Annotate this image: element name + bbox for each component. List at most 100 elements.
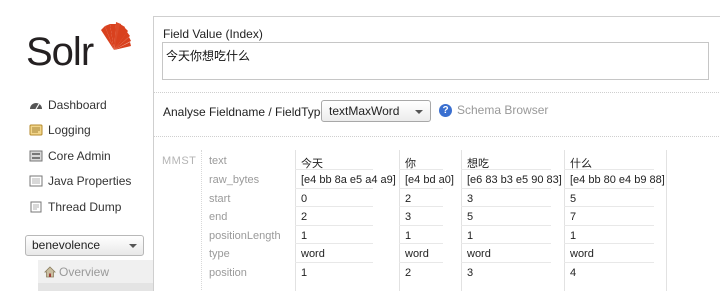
- core-menu-item-label: Overview: [59, 265, 110, 279]
- sidebar-item-label: Dashboard: [48, 97, 107, 112]
- help-icon: ?: [439, 103, 452, 117]
- token-end: 2: [301, 211, 308, 223]
- token-start: 3: [467, 193, 474, 205]
- sidebar-item-dashboard[interactable]: Dashboard: [23, 92, 153, 118]
- cell-line: [564, 206, 654, 207]
- cell-line: [564, 225, 654, 226]
- solr-logo[interactable]: Solr: [26, 14, 136, 74]
- sidebar-nav: Dashboard Logging Core Admin Java Proper…: [23, 92, 153, 220]
- cell-line: [564, 188, 654, 189]
- analysis-panel: Field Value (Index) 今天你想吃什么 Analyse Fiel…: [153, 16, 720, 291]
- token-raw-bytes: [e4 bb 80 e4 b9 88]: [570, 174, 665, 186]
- row-label-type: type: [209, 248, 230, 260]
- cell-line: [295, 243, 373, 244]
- solr-admin-app: Solr Dashboard Logging Core Admin Java P…: [0, 0, 720, 291]
- token-end: 5: [467, 211, 474, 223]
- core-selector-value: benevolence: [32, 238, 101, 252]
- column-divider: [461, 150, 462, 291]
- cell-line: [564, 243, 654, 244]
- sidebar-item-logging[interactable]: Logging: [23, 118, 153, 144]
- core-selector[interactable]: benevolence: [25, 235, 144, 256]
- column-divider: [666, 150, 667, 291]
- token-text: 什么: [570, 157, 592, 170]
- cell-line: [461, 206, 551, 207]
- token-position-length: 1: [467, 230, 474, 242]
- column-divider: [399, 150, 400, 291]
- token-text: 你: [405, 157, 416, 170]
- home-icon: [44, 266, 56, 278]
- cell-line: [399, 243, 443, 244]
- fieldtype-select-value: textMaxWord: [329, 104, 400, 118]
- row-label-position: position: [209, 267, 247, 279]
- analyzer-separator: [201, 150, 202, 291]
- token-position-length: 1: [405, 230, 412, 242]
- cell-line: [399, 188, 443, 189]
- token-type: word: [301, 248, 325, 260]
- logo-wordmark: Solr: [26, 30, 94, 74]
- token-end: 7: [570, 211, 577, 223]
- cell-line: [399, 262, 443, 263]
- token-raw-bytes: [e4 bd a0]: [405, 174, 454, 186]
- field-value-label: Field Value (Index): [163, 27, 263, 41]
- token-text: 今天: [301, 157, 323, 170]
- token-start: 5: [570, 193, 577, 205]
- dashboard-icon: [30, 102, 42, 110]
- column-divider: [295, 150, 296, 291]
- token-position: 1: [301, 267, 308, 279]
- core-menu-item-overview[interactable]: Overview: [44, 264, 109, 280]
- token-start: 2: [405, 193, 412, 205]
- cell-line: [295, 262, 373, 263]
- cell-line: [461, 262, 551, 263]
- cell-line: [461, 188, 551, 189]
- core-menu-item-next[interactable]: [38, 283, 153, 291]
- sidebar-item-label: Java Properties: [48, 174, 132, 189]
- chevron-down-icon: [129, 244, 137, 248]
- token-text: 想吃: [467, 157, 489, 170]
- cell-line: [295, 188, 373, 189]
- token-position-length: 1: [570, 230, 577, 242]
- chevron-down-icon: [415, 110, 423, 114]
- row-label-end: end: [209, 211, 228, 223]
- core-admin-icon: [29, 150, 43, 162]
- schema-browser-label: Schema Browser: [457, 103, 549, 117]
- cell-line: [399, 206, 443, 207]
- token-type: word: [405, 248, 429, 260]
- fieldtype-select[interactable]: textMaxWord: [321, 100, 431, 122]
- token-start: 0: [301, 193, 308, 205]
- token-type: word: [570, 248, 594, 260]
- thread-dump-icon: [30, 201, 42, 213]
- solr-sun-icon: [101, 22, 131, 50]
- token-position: 2: [405, 267, 412, 279]
- sidebar-item-thread-dump[interactable]: Thread Dump: [23, 194, 153, 220]
- fieldtype-label: Analyse Fieldname / FieldType:: [163, 105, 331, 119]
- divider: [154, 136, 720, 137]
- token-position-length: 1: [301, 230, 308, 242]
- cell-line: [461, 243, 551, 244]
- schema-browser-link[interactable]: ? Schema Browser: [439, 103, 548, 117]
- column-divider: [564, 150, 565, 291]
- cell-line: [295, 225, 373, 226]
- row-label-position-length: positionLength: [209, 230, 281, 242]
- logging-icon: [29, 124, 43, 136]
- row-label-start: start: [209, 193, 231, 205]
- sidebar-item-java-properties[interactable]: Java Properties: [23, 169, 153, 195]
- cell-line: [295, 206, 373, 207]
- field-value-input[interactable]: 今天你想吃什么: [162, 42, 709, 80]
- sidebar-item-label: Core Admin: [48, 148, 111, 163]
- cell-line: [399, 225, 443, 226]
- token-type: word: [467, 248, 491, 260]
- cell-line: [461, 225, 551, 226]
- token-raw-bytes: [e4 bb 8a e5 a4 a9]: [301, 174, 396, 186]
- sidebar-item-label: Logging: [48, 123, 91, 138]
- token-raw-bytes: [e6 83 b3 e5 90 83]: [467, 174, 562, 186]
- sidebar-item-label: Thread Dump: [48, 199, 122, 214]
- row-label-text: text: [209, 155, 227, 167]
- java-properties-icon: [29, 175, 43, 187]
- sidebar: Solr Dashboard Logging Core Admin Java P…: [0, 0, 153, 291]
- token-end: 3: [405, 211, 412, 223]
- divider: [154, 92, 720, 93]
- analyzer-name: MMST: [162, 155, 197, 167]
- sidebar-item-core-admin[interactable]: Core Admin: [23, 143, 153, 169]
- cell-line: [564, 262, 654, 263]
- row-label-raw-bytes: raw_bytes: [209, 174, 260, 186]
